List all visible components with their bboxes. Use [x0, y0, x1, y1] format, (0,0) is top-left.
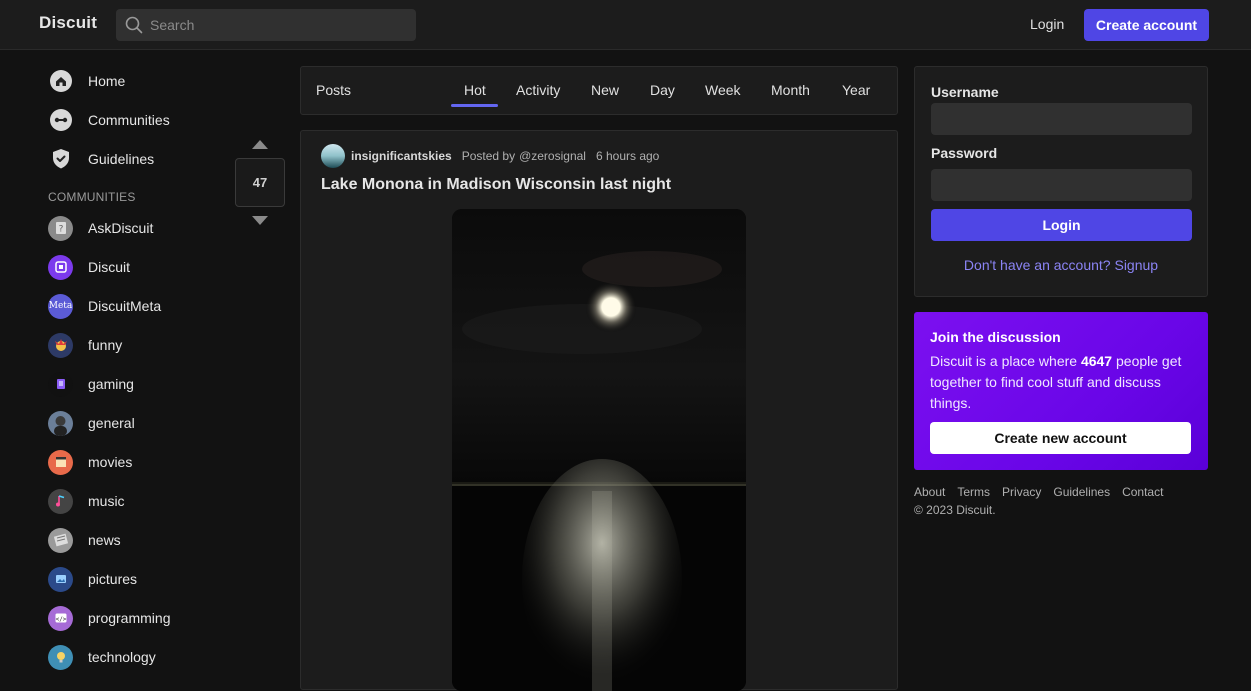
- feed-tabs-bar: Posts Hot Activity New Day Week Month Ye…: [300, 66, 898, 115]
- downvote-arrow-icon[interactable]: [251, 215, 269, 227]
- header-login-link[interactable]: Login: [1030, 16, 1064, 32]
- sidebar-community-label: funny: [88, 337, 123, 353]
- gaming-avatar: [48, 371, 73, 397]
- copyright: © 2023 Discuit.: [914, 503, 996, 517]
- user-count: 4647: [1080, 353, 1113, 369]
- tab-activity[interactable]: Activity: [516, 82, 560, 98]
- upvote-arrow-icon[interactable]: [251, 138, 269, 150]
- pictures-avatar: [48, 566, 73, 592]
- sidebar-item-home[interactable]: Home: [48, 68, 125, 94]
- communities-icon: [48, 107, 74, 133]
- create-new-account-button[interactable]: Create new account: [930, 422, 1191, 454]
- sidebar-community-news[interactable]: news: [48, 527, 121, 553]
- funny-avatar: [48, 332, 73, 358]
- sidebar-item-communities[interactable]: Communities: [48, 107, 170, 133]
- discuit-avatar: [48, 254, 73, 280]
- news-avatar: [48, 527, 73, 553]
- tab-month[interactable]: Month: [771, 82, 810, 98]
- sidebar-community-label: news: [88, 532, 121, 548]
- tab-week[interactable]: Week: [705, 82, 741, 98]
- search-input[interactable]: [150, 9, 410, 41]
- tab-day[interactable]: Day: [650, 82, 675, 98]
- sidebar-community-label: general: [88, 415, 135, 431]
- login-button[interactable]: Login: [931, 209, 1192, 241]
- join-discussion-card: Join the discussion Discuit is a place w…: [914, 312, 1208, 470]
- community-avatar[interactable]: [321, 144, 345, 168]
- music-avatar: [48, 488, 73, 514]
- login-card: Username Password Login Don't have an ac…: [914, 66, 1208, 297]
- sidebar-item-label: Communities: [88, 112, 170, 128]
- programming-avatar: </>: [48, 605, 73, 631]
- post-meta: insignificantskies Posted by @zerosignal…: [321, 144, 659, 168]
- posts-label: Posts: [316, 82, 352, 98]
- active-tab-indicator: [451, 104, 498, 107]
- post-card[interactable]: insignificantskies Posted by @zerosignal…: [300, 130, 898, 691]
- sidebar-community-music[interactable]: music: [48, 488, 125, 514]
- technology-avatar: [48, 644, 73, 670]
- footer-link-contact[interactable]: Contact: [1122, 485, 1163, 499]
- sidebar-community-gaming[interactable]: gaming: [48, 371, 134, 397]
- signup-link[interactable]: Don't have an account? Signup: [915, 257, 1207, 273]
- search-box[interactable]: [116, 9, 416, 41]
- sidebar-community-movies[interactable]: movies: [48, 449, 132, 475]
- sidebar-item-label: Home: [88, 73, 126, 89]
- create-account-button[interactable]: Create account: [1084, 9, 1209, 41]
- sidebar-community-label: music: [88, 493, 125, 509]
- posted-by-label: Posted by: [461, 149, 516, 163]
- top-bar: Discuit Login Create account: [0, 0, 1251, 50]
- footer-link-terms[interactable]: Terms: [957, 485, 990, 499]
- sidebar-community-askdiscuit[interactable]: ? AskDiscuit: [48, 215, 153, 241]
- join-title: Join the discussion: [930, 329, 1061, 345]
- general-avatar: [48, 410, 73, 436]
- sidebar-community-programming[interactable]: </> programming: [48, 605, 170, 631]
- sidebar-community-label: pictures: [88, 571, 138, 587]
- join-desc-before: Discuit is a place where: [930, 353, 1081, 369]
- tab-hot[interactable]: Hot: [464, 82, 486, 98]
- search-icon: [125, 16, 143, 34]
- post-timestamp: 6 hours ago: [595, 149, 660, 163]
- sidebar-community-funny[interactable]: funny: [48, 332, 122, 358]
- askdiscuit-avatar: ?: [48, 215, 73, 241]
- sidebar-community-label: AskDiscuit: [88, 220, 154, 236]
- sidebar-community-label: technology: [88, 649, 156, 665]
- sidebar-community-label: programming: [88, 610, 171, 626]
- footer-links: About Terms Privacy Guidelines Contact: [914, 485, 1175, 499]
- sidebar-community-label: Discuit: [88, 259, 131, 275]
- svg-text:</>: </>: [55, 616, 66, 623]
- sidebar-community-label: movies: [88, 454, 133, 470]
- sidebar-item-guidelines[interactable]: Guidelines: [48, 146, 154, 172]
- tab-new[interactable]: New: [591, 82, 619, 98]
- site-logo[interactable]: Discuit: [39, 13, 97, 33]
- post-author-link[interactable]: @zerosignal: [519, 149, 586, 163]
- left-sidebar: Home Communities Guidelines COMMUNITIES …: [0, 50, 230, 676]
- post-title[interactable]: Lake Monona in Madison Wisconsin last ni…: [321, 176, 671, 194]
- shield-check-icon: [48, 146, 74, 172]
- footer-link-guidelines[interactable]: Guidelines: [1053, 485, 1110, 499]
- sidebar-community-label: DiscuitMeta: [88, 298, 162, 314]
- username-field[interactable]: [931, 103, 1192, 135]
- sidebar-community-technology[interactable]: technology: [48, 644, 156, 670]
- home-icon: [48, 68, 74, 94]
- discuitmeta-avatar: Meta: [48, 293, 73, 319]
- footer-link-about[interactable]: About: [914, 485, 945, 499]
- svg-text:?: ?: [58, 225, 63, 235]
- communities-section-title: COMMUNITIES: [48, 190, 136, 204]
- movies-avatar: [48, 449, 73, 475]
- password-field[interactable]: [931, 169, 1192, 201]
- password-label: Password: [931, 145, 998, 161]
- vote-count: 47: [235, 158, 285, 207]
- sidebar-community-general[interactable]: general: [48, 410, 135, 436]
- sidebar-community-discuit[interactable]: Discuit: [48, 254, 130, 280]
- join-description: Discuit is a place where 4647 people get…: [930, 351, 1195, 414]
- sidebar-community-label: gaming: [88, 376, 134, 392]
- footer-link-privacy[interactable]: Privacy: [1002, 485, 1041, 499]
- username-label: Username: [931, 84, 999, 100]
- sidebar-community-discuitmeta[interactable]: Meta DiscuitMeta: [48, 293, 161, 319]
- post-image[interactable]: [452, 209, 746, 691]
- sidebar-community-pictures[interactable]: pictures: [48, 566, 137, 592]
- sidebar-item-label: Guidelines: [88, 151, 155, 167]
- tab-year[interactable]: Year: [842, 82, 870, 98]
- post-community-link[interactable]: insignificantskies: [351, 149, 452, 163]
- meta-avatar-text: Meta: [48, 301, 73, 311]
